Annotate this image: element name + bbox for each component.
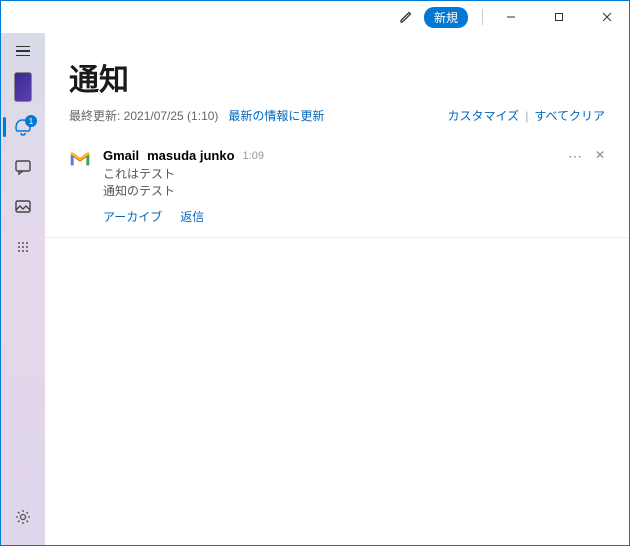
image-icon <box>14 198 32 216</box>
sidebar-item-phone[interactable] <box>1 67 45 107</box>
sidebar-item-settings[interactable] <box>1 497 45 537</box>
reply-button[interactable]: 返信 <box>180 208 204 225</box>
sidebar-item-apps[interactable] <box>1 227 45 267</box>
close-button[interactable] <box>587 3 627 31</box>
apps-icon <box>18 242 28 252</box>
notification-time: 1:09 <box>243 150 264 162</box>
content-area: 通知 最終更新: 2021/07/25 (1:10) 最新の情報に更新 カスタマ… <box>45 33 629 545</box>
minimize-button[interactable] <box>491 3 531 31</box>
sidebar-item-notifications[interactable]: 1 <box>1 107 45 147</box>
notification-badge: 1 <box>25 115 37 127</box>
titlebar: 新規 <box>1 1 629 33</box>
page-title: 通知 <box>69 55 605 99</box>
clear-all-link[interactable]: すべてクリア <box>534 107 605 124</box>
sidebar: 1 <box>1 33 45 545</box>
archive-button[interactable]: アーカイブ <box>103 208 162 225</box>
sidebar-item-messages[interactable] <box>1 147 45 187</box>
notification-subject: これはテスト <box>103 166 554 183</box>
notification-item[interactable]: Gmail masuda junko 1:09 これはテスト 通知のテスト アー… <box>45 134 629 238</box>
refresh-link[interactable]: 最新の情報に更新 <box>228 107 324 124</box>
notification-app: Gmail <box>103 148 139 163</box>
gear-icon <box>14 508 32 526</box>
chat-icon <box>14 158 32 176</box>
dismiss-icon[interactable]: ✕ <box>595 148 605 162</box>
app-window: 新規 1 <box>0 0 630 546</box>
menu-button[interactable] <box>1 35 45 67</box>
customize-link[interactable]: カスタマイズ <box>448 107 520 124</box>
sidebar-item-photos[interactable] <box>1 187 45 227</box>
new-button[interactable]: 新規 <box>424 7 468 28</box>
notification-list: Gmail masuda junko 1:09 これはテスト 通知のテスト アー… <box>45 134 629 545</box>
hamburger-icon <box>16 46 30 57</box>
last-updated-text: 最終更新: 2021/07/25 (1:10) <box>69 107 218 124</box>
notification-body: 通知のテスト <box>103 183 554 200</box>
phone-icon <box>14 72 32 102</box>
more-icon[interactable]: ⋯ <box>568 148 583 165</box>
compose-icon[interactable] <box>398 9 414 25</box>
page-header: 通知 最終更新: 2021/07/25 (1:10) 最新の情報に更新 カスタマ… <box>45 33 629 134</box>
separator: | <box>525 109 528 123</box>
maximize-button[interactable] <box>539 3 579 31</box>
gmail-icon <box>69 150 89 170</box>
notification-sender: masuda junko <box>147 148 234 163</box>
